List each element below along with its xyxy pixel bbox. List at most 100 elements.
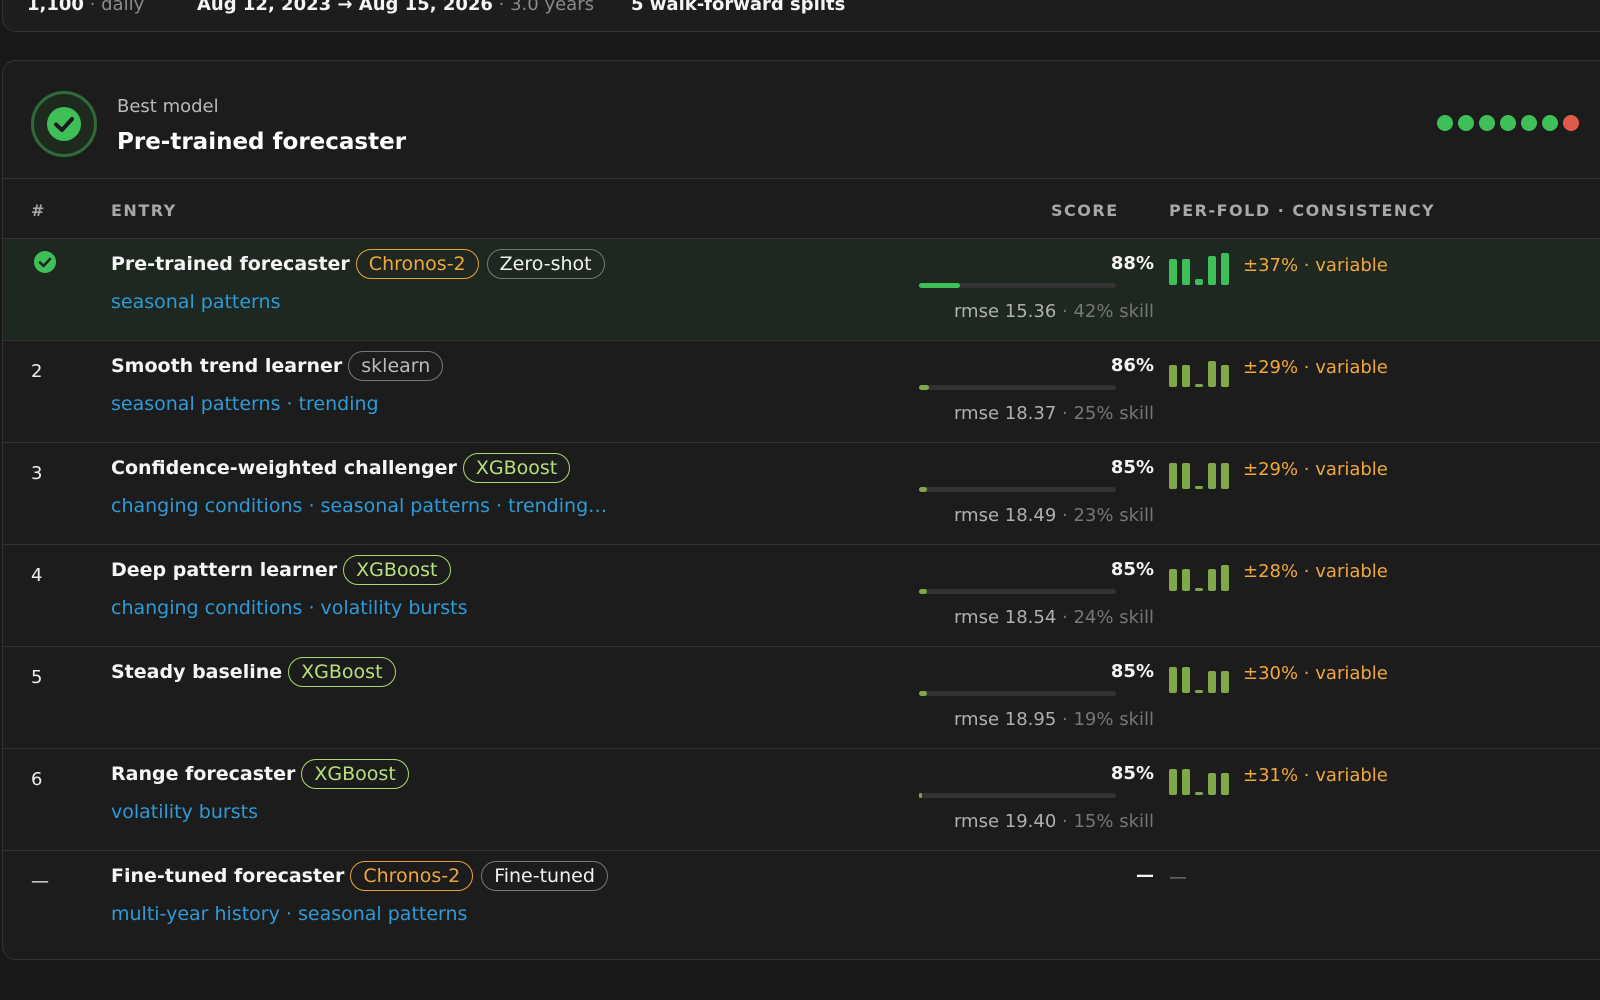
- model-family-chip: XGBoost: [301, 759, 409, 789]
- fold-bar: [1182, 769, 1190, 795]
- consistency-label: ±37% · variable: [1243, 255, 1388, 276]
- model-family-chip: XGBoost: [462, 453, 571, 483]
- fold-bar: [1195, 383, 1203, 387]
- table-row[interactable]: 3 Confidence-weighted challenger XGBoost ch…: [3, 443, 1600, 545]
- table-row[interactable]: — Fine-tuned forecaster Chronos-2 Fine-tune…: [3, 851, 1600, 953]
- model-family-chip: XGBoost: [343, 555, 451, 585]
- score-value: 85%: [1110, 763, 1154, 784]
- entry-name[interactable]: Range forecaster: [111, 763, 295, 785]
- fold-bar: [1182, 259, 1190, 285]
- rmse-value: rmse 18.37: [953, 403, 1057, 424]
- best-check-icon: [34, 251, 56, 273]
- fold-status-dot: [1458, 115, 1474, 131]
- entry-cell: Deep pattern learner XGBoost: [111, 555, 459, 589]
- fold-bar: [1208, 361, 1216, 387]
- best-model-header: Best model Pre-trained forecaster: [3, 61, 1600, 179]
- leaderboard-panel: Best model Pre-trained forecaster # ENTR…: [2, 60, 1600, 960]
- model-family-chip: Chronos-2: [350, 861, 474, 891]
- splits-info: 5 walk-forward splits: [631, 0, 846, 15]
- entry-tags[interactable]: seasonal patterns · trending: [111, 393, 379, 415]
- best-model-label: Best model: [117, 96, 219, 117]
- fold-bar: [1221, 253, 1229, 285]
- table-row[interactable]: Pre-trained forecaster Chronos-2 Zero-shot…: [3, 239, 1600, 341]
- per-fold-chart: [1169, 661, 1231, 693]
- row-rank: 2: [31, 361, 43, 382]
- score-bar: [919, 487, 1116, 492]
- row-rank: 3: [31, 463, 43, 484]
- fold-bar: [1195, 485, 1203, 489]
- rmse-value: rmse 15.36: [953, 301, 1057, 322]
- entry-tags[interactable]: seasonal patterns: [111, 291, 280, 313]
- entry-cell: Range forecaster XGBoost: [111, 759, 417, 793]
- entry-cell: Confidence-weighted challenger XGBoost: [111, 453, 578, 487]
- fold-bar: [1195, 689, 1203, 693]
- table-row[interactable]: 6 Range forecaster XGBoost volatility burst…: [3, 749, 1600, 851]
- consistency-label: ±31% · variable: [1243, 765, 1388, 786]
- entry-name[interactable]: Fine-tuned forecaster: [111, 865, 344, 887]
- fold-bar: [1169, 259, 1177, 285]
- dataset-summary-bar: 1,100 · daily Aug 12, 2023 → Aug 15, 202…: [2, 0, 1600, 32]
- per-fold-chart: [1169, 559, 1231, 591]
- fold-bar: [1169, 769, 1177, 795]
- rmse-skill: rmse 18.49 · 23% skill: [954, 505, 1154, 526]
- score-bar: [919, 793, 1116, 798]
- entry-name[interactable]: Confidence-weighted challenger: [111, 457, 457, 479]
- entry-tags[interactable]: multi-year history · seasonal patterns: [111, 903, 467, 925]
- entry-cell: Steady baseline XGBoost: [111, 657, 404, 691]
- entry-name[interactable]: Smooth trend learner: [111, 355, 342, 377]
- fold-status-dot: [1500, 115, 1516, 131]
- rmse-value: rmse 18.95: [953, 709, 1057, 730]
- row-count: 1,100 · daily: [27, 0, 145, 15]
- fold-bar: [1208, 568, 1216, 591]
- fold-bar: [1221, 463, 1229, 489]
- fold-bar: [1195, 791, 1203, 795]
- entry-tags[interactable]: changing conditions · seasonal patterns …: [111, 495, 607, 517]
- entry-tags[interactable]: changing conditions · volatility bursts: [111, 597, 468, 619]
- rmse-skill: rmse 15.36 · 42% skill: [954, 301, 1154, 322]
- table-row[interactable]: 4 Deep pattern learner XGBoost changing con…: [3, 545, 1600, 647]
- best-model-name: Pre-trained forecaster: [117, 129, 407, 155]
- header-entry: ENTRY: [111, 201, 177, 220]
- fold-bar: [1221, 364, 1229, 387]
- score-bar: [919, 283, 1116, 288]
- fold-bar: [1169, 463, 1177, 489]
- row-rank: —: [31, 871, 49, 892]
- fold-bar: [1169, 568, 1177, 591]
- per-fold-chart: [1169, 763, 1231, 795]
- consistency-label: —: [1169, 867, 1187, 888]
- rmse-skill: rmse 18.37 · 25% skill: [954, 403, 1154, 424]
- model-family-chip: Chronos-2: [355, 249, 479, 279]
- entry-cell: Pre-trained forecaster Chronos-2 Zero-shot: [111, 249, 613, 283]
- score-bar-fill: [919, 385, 929, 390]
- rmse-skill: rmse 18.95 · 19% skill: [954, 709, 1154, 730]
- fold-bar: [1169, 667, 1177, 693]
- score-bar: [919, 385, 1116, 390]
- entry-name[interactable]: Deep pattern learner: [111, 559, 337, 581]
- fold-bar: [1208, 463, 1216, 489]
- skill-value: · 15% skill: [1056, 811, 1154, 832]
- row-rank: 6: [31, 769, 43, 790]
- header-score: SCORE: [1051, 201, 1119, 220]
- entry-cell: Smooth trend learner sklearn: [111, 351, 451, 385]
- entry-cell: Fine-tuned forecaster Chronos-2 Fine-tuned: [111, 861, 616, 895]
- skill-value: · 24% skill: [1056, 607, 1154, 628]
- rmse-value: rmse 19.40: [953, 811, 1057, 832]
- header-per-fold: PER-FOLD · CONSISTENCY: [1169, 201, 1436, 220]
- fold-status-dot: [1542, 115, 1558, 131]
- entry-name[interactable]: Pre-trained forecaster: [111, 253, 350, 275]
- fold-bar: [1182, 667, 1190, 693]
- table-row[interactable]: 5 Steady baseline XGBoost 85% rmse 18.95 · 1…: [3, 647, 1600, 749]
- entry-tags[interactable]: volatility bursts: [111, 801, 258, 823]
- skill-value: · 19% skill: [1056, 709, 1154, 730]
- fold-status-dot: [1437, 115, 1453, 131]
- fold-bar: [1221, 670, 1229, 693]
- skill-value: · 42% skill: [1056, 301, 1154, 322]
- fold-status-dots: [1437, 115, 1584, 133]
- score-value: 88%: [1110, 253, 1154, 274]
- rmse-skill: rmse 18.54 · 24% skill: [954, 607, 1154, 628]
- score-bar-fill: [919, 691, 927, 696]
- table-row[interactable]: 2 Smooth trend learner sklearn seasonal pat…: [3, 341, 1600, 443]
- entry-name[interactable]: Steady baseline: [111, 661, 282, 683]
- fold-status-dot: [1563, 115, 1579, 131]
- rmse-skill: rmse 19.40 · 15% skill: [954, 811, 1154, 832]
